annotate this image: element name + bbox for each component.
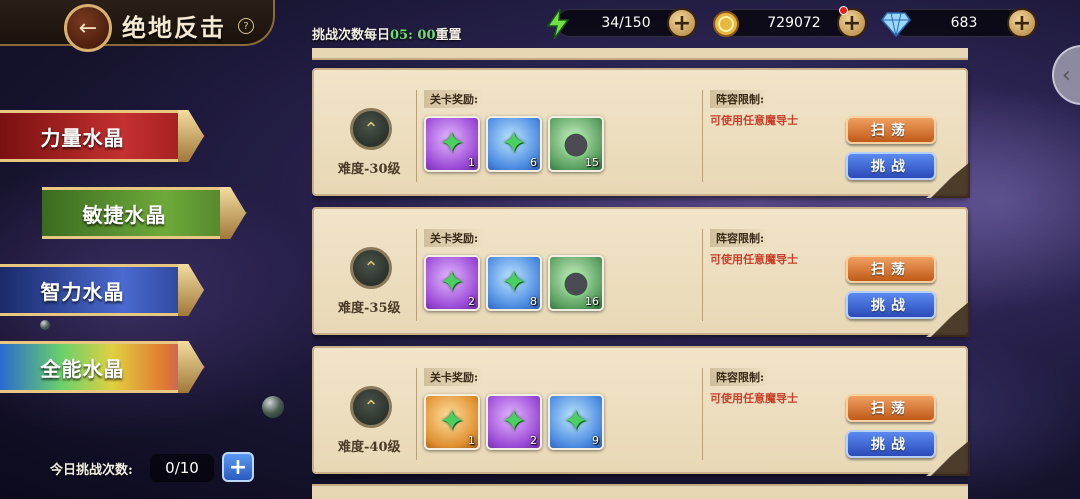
reset-time: 05: 00: [390, 28, 436, 43]
item-count: 9: [592, 434, 599, 447]
notification-dot: [839, 6, 848, 15]
item-count: 16: [585, 295, 599, 308]
back-arrow-icon: ←: [78, 15, 98, 41]
restriction-text: 可使用任意魔导士: [710, 253, 798, 266]
stamina-counter: 34/150 +: [546, 8, 697, 39]
divider: [416, 368, 417, 460]
crystal-icon: ✦: [563, 404, 589, 439]
restriction-label: 阵容限制:: [710, 90, 771, 108]
crystal-icon: ✦: [501, 404, 527, 439]
card-edge: [312, 484, 968, 499]
bubble-decoration: [40, 320, 50, 330]
diamond-counter: 683 +: [881, 8, 1037, 38]
tab-agility-crystal[interactable]: 敏捷水晶: [42, 187, 247, 239]
reward-items: ✦ 1 ✦ 2 ✦ 9: [424, 394, 604, 450]
side-scroll-handle[interactable]: ‹: [1052, 45, 1080, 105]
reward-label: 关卡奖励:: [424, 368, 485, 386]
crystal-icon: ✦: [501, 126, 527, 161]
stage-card: ⌃ 难度-40级 关卡奖励: ✦ 1 ✦ 2 ✦ 9 阵容限制: 可使用任意魔导士 扫…: [312, 346, 970, 476]
diamond-icon: [879, 7, 913, 41]
item-count: 1: [468, 156, 475, 169]
coin-icon: [709, 7, 743, 41]
lightning-icon: [541, 7, 575, 41]
difficulty-emblem-icon: ⌃: [350, 386, 392, 428]
tab-arrow-cap: [178, 264, 204, 316]
restriction-text: 可使用任意魔导士: [710, 114, 798, 127]
reward-item[interactable]: ✦ 9: [548, 394, 604, 450]
divider: [702, 90, 703, 182]
item-count: 2: [468, 295, 475, 308]
difficulty-level: 难度-30级: [338, 162, 401, 177]
crystal-icon: ✦: [501, 265, 527, 300]
reward-item[interactable]: ✦ 6: [486, 116, 542, 172]
tab-arrow-cap: [220, 187, 246, 239]
sweep-button[interactable]: 扫荡: [846, 394, 936, 422]
reward-label: 关卡奖励:: [424, 229, 485, 247]
difficulty-level: 难度-40级: [338, 440, 401, 455]
reward-item[interactable]: ✦ 2: [486, 394, 542, 450]
challenge-button[interactable]: 挑战: [846, 152, 936, 180]
tab-strength-crystal[interactable]: 力量水晶: [0, 110, 205, 162]
difficulty-emblem-icon: ⌃: [350, 108, 392, 150]
reward-item[interactable]: ✦ 8: [486, 255, 542, 311]
card-edge: [312, 48, 968, 60]
sweep-button[interactable]: 扫荡: [846, 116, 936, 144]
item-count: 15: [585, 156, 599, 169]
divider: [702, 368, 703, 460]
help-icon[interactable]: ?: [238, 18, 254, 34]
stage-card: ⌃ 难度-30级 关卡奖励: ✦ 1 ✦ 6 ● 15 阵容限制: 可使用任意魔导士 …: [312, 68, 970, 198]
sweep-button[interactable]: 扫荡: [846, 255, 936, 283]
stage-card: ⌃ 难度-35级 关卡奖励: ✦ 2 ✦ 8 ● 16 阵容限制: 可使用任意魔导士 …: [312, 207, 970, 337]
tab-intelligence-crystal[interactable]: 智力水晶: [0, 264, 205, 316]
divider: [416, 229, 417, 321]
tab-universal-crystal[interactable]: 全能水晶: [0, 341, 205, 393]
reward-items: ✦ 2 ✦ 8 ● 16: [424, 255, 604, 311]
daily-challenge-label: 今日挑战次数:: [50, 463, 133, 478]
crystal-icon: ✦: [439, 126, 465, 161]
ore-icon: ●: [562, 265, 590, 300]
reset-suffix: 重置: [435, 28, 462, 43]
back-button[interactable]: ←: [64, 4, 112, 52]
reward-item[interactable]: ● 16: [548, 255, 604, 311]
buy-challenge-button[interactable]: +: [222, 452, 254, 482]
tab-label: 智力水晶: [40, 279, 125, 304]
crystal-icon: ✦: [439, 404, 465, 439]
reward-items: ✦ 1 ✦ 6 ● 15: [424, 116, 604, 172]
restriction-text: 可使用任意魔导士: [710, 392, 798, 405]
reward-item[interactable]: ● 15: [548, 116, 604, 172]
ore-icon: ●: [562, 126, 590, 161]
bubble-decoration: [262, 396, 284, 418]
reward-label: 关卡奖励:: [424, 90, 485, 108]
tab-label: 全能水晶: [40, 356, 125, 381]
tab-arrow-cap: [178, 110, 204, 162]
divider: [416, 90, 417, 182]
divider: [702, 229, 703, 321]
difficulty-level: 难度-35级: [338, 301, 401, 316]
stage-list[interactable]: ⌃ 难度-30级 关卡奖励: ✦ 1 ✦ 6 ● 15 阵容限制: 可使用任意魔导士 …: [312, 48, 972, 499]
tab-label: 敏捷水晶: [82, 202, 167, 227]
reward-item[interactable]: ✦ 1: [424, 116, 480, 172]
item-count: 8: [530, 295, 537, 308]
reset-prefix: 挑战次数每日: [312, 28, 391, 43]
diamond-add-button[interactable]: +: [1007, 8, 1037, 38]
item-count: 1: [468, 434, 475, 447]
page-title: 绝地反击: [122, 13, 226, 42]
stamina-add-button[interactable]: +: [667, 8, 697, 38]
difficulty-emblem-icon: ⌃: [350, 247, 392, 289]
tab-arrow-cap: [178, 341, 204, 393]
reward-item[interactable]: ✦ 1: [424, 394, 480, 450]
restriction-label: 阵容限制:: [710, 229, 771, 247]
item-count: 6: [530, 156, 537, 169]
tab-label: 力量水晶: [40, 125, 125, 150]
item-count: 2: [530, 434, 537, 447]
restriction-label: 阵容限制:: [710, 368, 771, 386]
crystal-icon: ✦: [439, 265, 465, 300]
challenge-button[interactable]: 挑战: [846, 430, 936, 458]
gold-counter: 729072 +: [713, 6, 867, 38]
reward-item[interactable]: ✦ 2: [424, 255, 480, 311]
reset-info: 挑战次数每日05: 00重置: [312, 24, 462, 43]
top-bar: ← 绝地反击 ? 挑战次数每日05: 00重置 34/150 + 729072 …: [0, 0, 1080, 52]
challenge-button[interactable]: 挑战: [846, 291, 936, 319]
daily-challenge-count: 0/10: [150, 454, 214, 482]
